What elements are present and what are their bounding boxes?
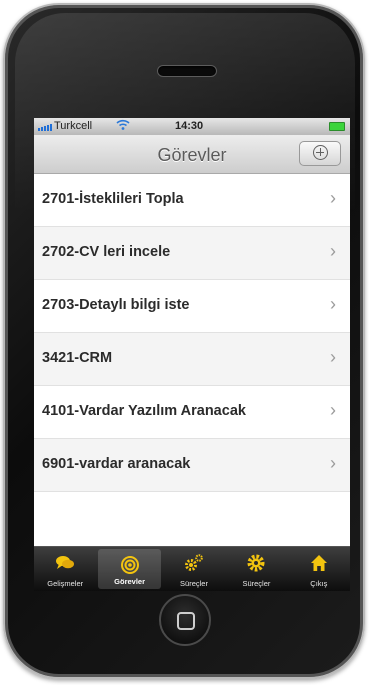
tab-gelismeler[interactable]: Gelişmeler (34, 547, 96, 591)
chevron-right-icon: › (330, 294, 336, 314)
speech-bubbles-icon (56, 556, 75, 569)
screen: Turkcell 14:30 Görevler 2701-İsteklileri… (34, 118, 350, 591)
tab-gorevler[interactable]: Görevler (98, 549, 161, 589)
status-time: 14:30 (175, 120, 204, 132)
task-label: 4101-Vardar Yazılım Aranacak (42, 403, 246, 419)
navigation-bar: Görevler (34, 135, 350, 174)
home-square-icon (177, 612, 195, 630)
home-icon (310, 555, 327, 571)
tab-label: Süreçler (180, 579, 208, 588)
task-row[interactable]: 2702-CV leri incele › (34, 227, 350, 280)
gears-icon (185, 554, 203, 571)
task-row[interactable]: 3421-CRM › (34, 333, 350, 386)
chevron-right-icon: › (330, 347, 336, 367)
wifi-icon (116, 119, 130, 134)
chevron-right-icon: › (330, 400, 336, 420)
home-button[interactable] (159, 594, 211, 646)
task-label: 2703-Detaylı bilgi iste (42, 297, 190, 313)
tab-bar: Gelişmeler Görevler Süreçler Süreçler Çı… (34, 546, 350, 591)
tab-label: Görevler (114, 577, 146, 586)
plus-circle-icon (313, 145, 328, 160)
task-row[interactable]: 6901-vardar aranacak › (34, 439, 350, 492)
earpiece-speaker (157, 65, 217, 77)
tab-surecler[interactable]: Süreçler (163, 547, 225, 591)
task-label: 3421-CRM (42, 350, 113, 366)
task-row[interactable]: 4101-Vardar Yazılım Aranacak › (34, 386, 350, 439)
chevron-right-icon: › (330, 188, 336, 208)
tab-label: Çıkış (310, 579, 328, 588)
tab-label: Gelişmeler (47, 579, 84, 588)
chevron-right-icon: › (330, 241, 336, 261)
add-task-button[interactable] (299, 141, 341, 166)
task-list: 2701-İsteklileri Topla › 2702-CV leri in… (34, 174, 350, 492)
task-label: 2702-CV leri incele (42, 244, 171, 260)
tab-cikis[interactable]: Çıkış (288, 547, 350, 591)
status-bar: Turkcell 14:30 (34, 118, 350, 135)
carrier-name: Turkcell (54, 120, 93, 132)
signal-icon (38, 123, 52, 131)
task-row[interactable]: 2703-Detaylı bilgi iste › (34, 280, 350, 333)
target-icon (120, 556, 139, 574)
tab-label: Süreçler (242, 579, 271, 588)
tab-surecler-2[interactable]: Süreçler (225, 547, 287, 591)
task-label: 2701-İsteklileri Topla (42, 191, 184, 207)
phone-frame: Turkcell 14:30 Görevler 2701-İsteklileri… (3, 3, 365, 679)
battery-icon (329, 122, 345, 131)
chevron-right-icon: › (330, 453, 336, 473)
task-row[interactable]: 2701-İsteklileri Topla › (34, 174, 350, 227)
gear-icon (247, 554, 265, 572)
task-label: 6901-vardar aranacak (42, 456, 191, 472)
